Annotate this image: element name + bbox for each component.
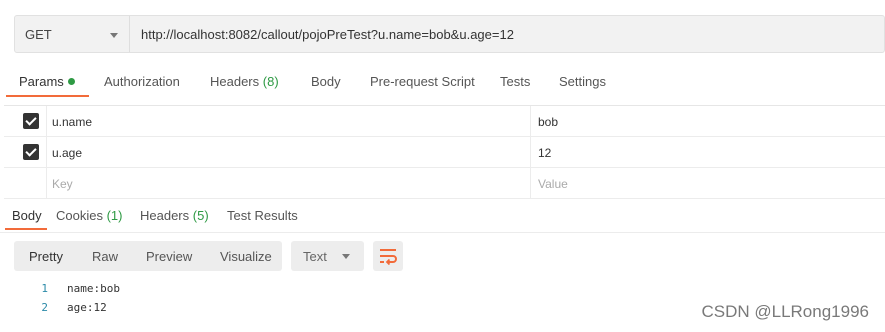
format-label: Text [303,249,327,264]
wrap-lines-icon [380,249,397,266]
response-body-editor[interactable]: 1 name:bob 2 age:12 [0,282,600,322]
url-input[interactable]: http://localhost:8082/callout/pojoPreTes… [141,27,514,42]
column-divider [530,168,531,198]
param-checkbox-cell [4,106,47,136]
param-key-placeholder[interactable]: Key [52,177,73,191]
param-value[interactable]: 12 [538,146,551,160]
tab-response-headers[interactable]: Headers (5) [140,208,209,223]
pretty-button[interactable]: Pretty [29,249,63,264]
param-checkbox-cell [4,168,47,198]
visualize-button[interactable]: Visualize [220,249,272,264]
active-response-tab-indicator [5,228,47,230]
code-line: 1 name:bob [0,282,600,300]
chevron-down-icon [342,254,350,259]
method-label: GET [25,27,52,42]
table-row-new: Key Value [4,168,885,199]
tab-headers-count: (8) [262,74,279,89]
params-table: u.name bob u.age 12 Key Value [4,105,885,199]
tab-cookies-label: Cookies [56,208,103,223]
tab-cookies-count: (1) [106,208,123,223]
tab-settings-label: Settings [559,74,606,89]
code-text: age:12 [67,301,107,314]
checkbox-checked-icon[interactable] [23,113,39,129]
tab-authorization-label: Authorization [104,74,180,89]
table-row: u.age 12 [4,137,885,168]
tab-response-headers-label: Headers [140,208,190,223]
method-select[interactable]: GET [15,16,130,52]
raw-button[interactable]: Raw [92,249,118,264]
response-tabs: Body Cookies (1) Headers (5) Test Result… [0,200,885,233]
request-url-bar: GET http://localhost:8082/callout/pojoPr… [14,15,885,53]
tab-response-headers-count: (5) [192,208,209,223]
watermark: CSDN @LLRong1996 [701,302,869,321]
tab-params[interactable]: Params [19,74,75,89]
chevron-down-icon [110,33,118,38]
line-number: 1 [41,282,48,295]
tab-pre-request-script[interactable]: Pre-request Script [370,74,475,89]
column-divider [530,106,531,136]
tab-params-label: Params [19,74,64,89]
tab-response-body-label: Body [12,208,42,223]
format-select[interactable]: Text [291,241,364,271]
param-key[interactable]: u.name [52,115,92,129]
tab-test-results-label: Test Results [227,208,298,223]
code-text: name:bob [67,282,120,295]
param-checkbox-cell [4,137,47,167]
tab-headers[interactable]: Headers (8) [210,74,279,89]
tab-response-body[interactable]: Body [12,208,42,223]
tab-tests-label: Tests [500,74,531,89]
request-tabs: Params Authorization Headers (8) Body Pr… [0,62,885,98]
param-value-placeholder[interactable]: Value [538,177,568,191]
code-line: 2 age:12 [0,301,600,319]
param-value[interactable]: bob [538,115,558,129]
tab-body-label: Body [311,74,341,89]
line-number: 2 [41,301,48,314]
checkbox-checked-icon[interactable] [23,144,39,160]
column-divider [530,137,531,167]
tab-body[interactable]: Body [311,74,341,89]
tab-headers-label: Headers [210,74,260,89]
preview-button[interactable]: Preview [146,249,192,264]
param-key[interactable]: u.age [52,146,82,160]
tab-tests[interactable]: Tests [500,74,530,89]
table-row: u.name bob [4,106,885,137]
green-dot-icon [67,78,75,86]
tab-cookies[interactable]: Cookies (1) [56,208,122,223]
active-tab-indicator [6,95,89,97]
tab-settings[interactable]: Settings [559,74,606,89]
tab-pre-request-script-label: Pre-request Script [370,74,475,89]
tab-test-results[interactable]: Test Results [227,208,298,223]
tab-authorization[interactable]: Authorization [104,74,180,89]
wrap-lines-button[interactable] [373,241,403,271]
view-mode-group: Pretty Raw Preview Visualize [14,241,282,271]
